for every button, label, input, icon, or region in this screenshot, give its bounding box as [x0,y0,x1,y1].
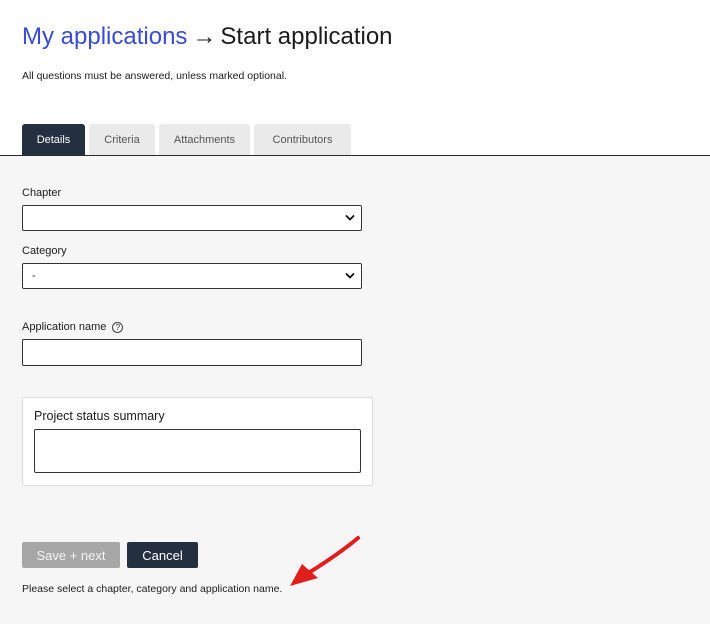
cancel-button[interactable]: Cancel [127,542,198,568]
red-arrow-icon [290,536,360,586]
category-select-value: - [32,270,36,282]
project-status-summary-label: Project status summary [34,409,165,423]
chevron-down-icon [345,273,355,279]
chevron-down-icon [345,215,355,221]
category-select[interactable]: - [22,263,362,289]
tab-contributors[interactable]: Contributors [254,124,351,155]
tab-criteria[interactable]: Criteria [89,124,155,155]
chapter-select[interactable] [22,205,362,231]
breadcrumb-current: Start application [220,23,393,50]
application-name-label-text: Application name [22,321,107,333]
project-status-summary-textarea[interactable] [34,429,361,473]
tab-details[interactable]: Details [22,124,85,155]
tab-bar: Details Criteria Attachments Contributor… [22,124,351,155]
application-name-label: Application name ? [22,321,124,333]
category-label: Category [22,245,67,257]
page-title: My applications → Start application [22,22,393,52]
chapter-label: Chapter [22,187,62,199]
validation-hint: Please select a chapter, category and ap… [22,583,283,595]
project-status-summary-card: Project status summary [22,397,373,486]
intro-text: All questions must be answered, unless m… [22,70,287,82]
tab-attachments[interactable]: Attachments [159,124,250,155]
question-circle-icon[interactable]: ? [112,321,124,333]
breadcrumb-arrow-icon: → [192,23,217,50]
application-name-input[interactable] [22,339,362,366]
save-next-button[interactable]: Save + next [22,542,120,568]
breadcrumb-my-applications-link[interactable]: My applications [22,23,187,50]
